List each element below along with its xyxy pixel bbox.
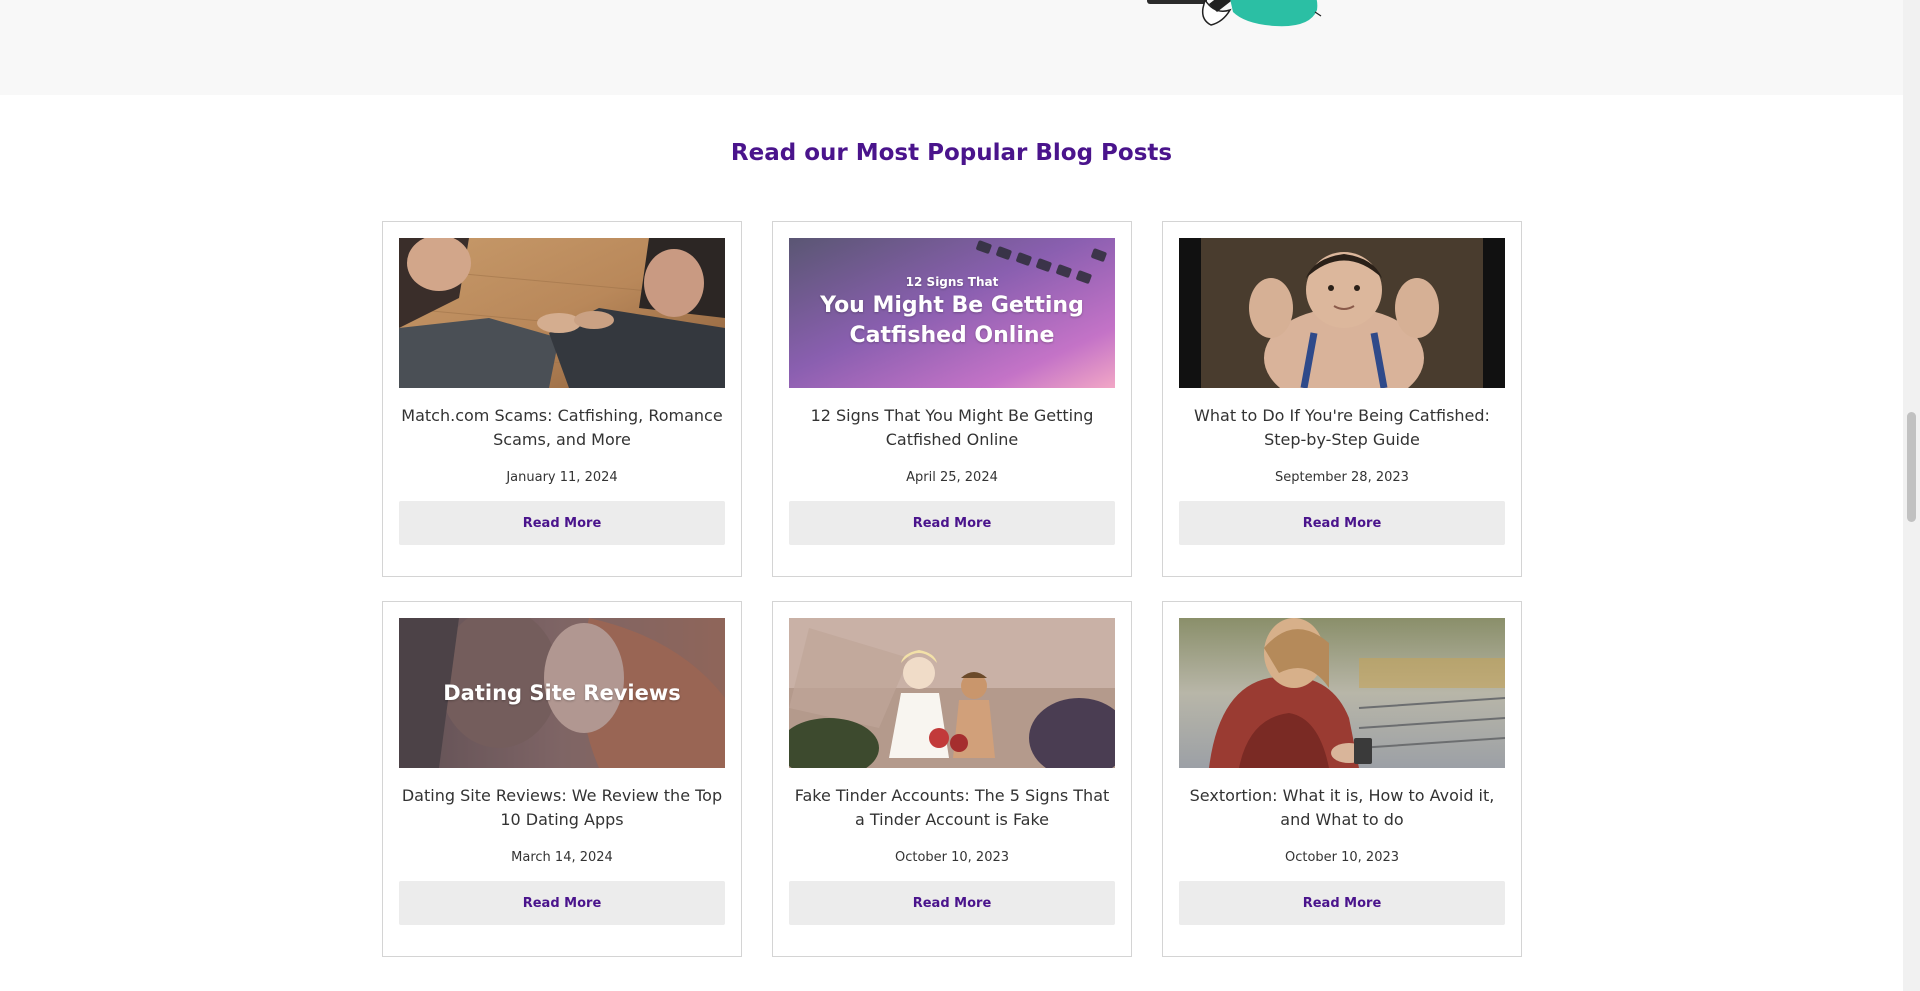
blog-card-image[interactable] <box>789 618 1115 768</box>
overlay-line-1: You Might Be Getting <box>820 293 1084 318</box>
read-more-button[interactable]: Read More <box>1179 501 1505 545</box>
blog-card: Sextortion: What it is, How to Avoid it,… <box>1162 601 1522 957</box>
scrollbar-thumb[interactable] <box>1907 412 1916 522</box>
blog-card: What to Do If You're Being Catfished: St… <box>1162 221 1522 577</box>
blog-post-grid: Match.com Scams: Catfishing, Romance Sca… <box>382 221 1522 957</box>
blog-card: 12 Signs That You Might Be Getting Catfi… <box>772 221 1132 577</box>
blog-card-image[interactable]: Dating Site Reviews <box>399 618 725 768</box>
blog-card-title[interactable]: Fake Tinder Accounts: The 5 Signs That a… <box>789 784 1115 836</box>
blog-card-title[interactable]: Match.com Scams: Catfishing, Romance Sca… <box>399 404 725 456</box>
read-more-button[interactable]: Read More <box>789 881 1115 925</box>
read-more-button[interactable]: Read More <box>399 501 725 545</box>
blog-card: Fake Tinder Accounts: The 5 Signs That a… <box>772 601 1132 957</box>
blog-card-date: April 25, 2024 <box>906 470 998 485</box>
blog-card-image-overlay: 12 Signs That You Might Be Getting Catfi… <box>820 275 1084 351</box>
blog-card-image[interactable] <box>1179 618 1505 768</box>
hero-section-bottom <box>0 0 1903 95</box>
page: Read our Most Popular Blog Posts Match.c… <box>0 0 1903 991</box>
blog-card-image[interactable] <box>399 238 725 388</box>
scrollbar[interactable] <box>1903 0 1920 991</box>
read-more-button[interactable]: Read More <box>789 501 1115 545</box>
overlay-small-text: 12 Signs That <box>905 275 999 289</box>
blog-card-image-overlay: Dating Site Reviews <box>443 681 681 705</box>
overlay-line-2: Catfished Online <box>849 323 1055 348</box>
blog-card-date: October 10, 2023 <box>894 850 1010 865</box>
blog-card-image[interactable] <box>1179 238 1505 388</box>
blog-card-title[interactable]: Dating Site Reviews: We Review the Top 1… <box>399 784 725 836</box>
blog-card-date: January 11, 2024 <box>506 470 618 485</box>
overlay-text: Dating Site Reviews <box>443 681 681 705</box>
blog-card: Match.com Scams: Catfishing, Romance Sca… <box>382 221 742 577</box>
hero-illustration <box>1147 0 1322 27</box>
read-more-button[interactable]: Read More <box>1179 881 1505 925</box>
section-title: Read our Most Popular Blog Posts <box>730 140 1173 166</box>
blog-card-image[interactable]: 12 Signs That You Might Be Getting Catfi… <box>789 238 1115 388</box>
blog-card-date: September 28, 2023 <box>1275 470 1409 485</box>
blog-card-date: October 10, 2023 <box>1284 850 1400 865</box>
blog-card-title[interactable]: What to Do If You're Being Catfished: St… <box>1179 404 1505 456</box>
blog-card-title[interactable]: 12 Signs That You Might Be Getting Catfi… <box>789 404 1115 456</box>
blog-card-title[interactable]: Sextortion: What it is, How to Avoid it,… <box>1179 784 1505 836</box>
blog-card: Dating Site Reviews Dating Site Reviews:… <box>382 601 742 957</box>
blog-card-date: March 14, 2024 <box>511 850 613 865</box>
read-more-button[interactable]: Read More <box>399 881 725 925</box>
